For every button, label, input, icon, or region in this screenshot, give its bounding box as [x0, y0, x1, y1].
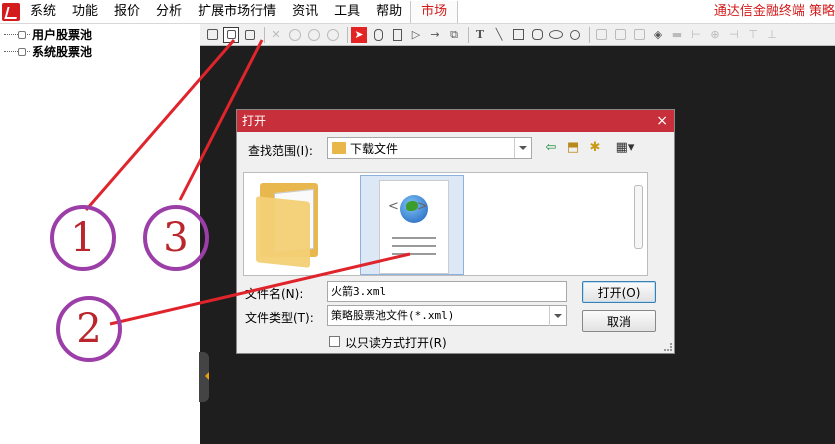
fill-color-icon[interactable]: ◈	[650, 27, 666, 43]
save-file-icon[interactable]	[242, 27, 258, 43]
folder-item-icon[interactable]	[256, 179, 326, 269]
view-menu-icon[interactable]: ▦▾	[610, 138, 640, 156]
cancel-button[interactable]: 取消	[582, 310, 656, 332]
rectangle-tool-icon[interactable]	[389, 27, 405, 43]
dialog-title: 打开	[242, 114, 267, 128]
open-button[interactable]: 打开(O)	[582, 281, 656, 303]
align-top-icon[interactable]: ⊤	[745, 27, 761, 43]
annotation-marker-2: 2	[56, 296, 122, 362]
ellipse-tool-icon[interactable]	[548, 27, 564, 43]
menu-extended-market[interactable]: 扩展市场行情	[190, 0, 284, 24]
xml-file-item[interactable]: <>	[360, 175, 464, 275]
look-in-value: 下载文件	[350, 142, 399, 156]
new-folder-icon[interactable]: ✱	[586, 138, 604, 156]
menu-items: 系统 功能 报价 分析 扩展市场行情 资讯 工具 帮助 市场	[22, 0, 459, 24]
align-center-icon[interactable]: ⊕	[707, 27, 723, 43]
pause-icon[interactable]	[306, 27, 322, 43]
menu-system[interactable]: 系统	[22, 0, 64, 24]
app-logo-icon[interactable]	[2, 3, 20, 21]
menu-quote[interactable]: 报价	[106, 0, 148, 24]
close-icon[interactable]: ×	[656, 110, 668, 132]
tree-item-label: 系统股票池	[32, 45, 93, 59]
panel-collapse-handle[interactable]	[199, 352, 209, 402]
tree-item-system-pool[interactable]: 系统股票池	[4, 43, 92, 60]
file-list[interactable]: <>	[243, 172, 648, 276]
folder-icon	[332, 142, 346, 154]
document-lines-icon	[392, 237, 436, 261]
tree-connector-icon	[4, 31, 30, 39]
paste-icon[interactable]	[612, 27, 628, 43]
align-right-icon[interactable]: ⊣	[726, 27, 742, 43]
trash-icon[interactable]	[631, 27, 647, 43]
read-only-checkbox[interactable]	[329, 336, 340, 347]
group-tool-icon[interactable]: ⧉	[446, 27, 462, 43]
file-type-dropdown[interactable]: 策略股票池文件(*.xml)	[327, 305, 567, 326]
look-in-label: 查找范围(I):	[248, 144, 313, 158]
file-type-value: 策略股票池文件(*.xml)	[331, 309, 455, 322]
toolbar-separator	[589, 26, 590, 43]
line-tool-icon[interactable]: ╲	[491, 27, 507, 43]
toolbar-separator	[264, 26, 265, 43]
menu-news[interactable]: 资讯	[284, 0, 326, 24]
new-document-icon[interactable]	[204, 27, 220, 43]
menu-function[interactable]: 功能	[64, 0, 106, 24]
rounded-rect-tool-icon[interactable]	[370, 27, 386, 43]
chevron-down-icon[interactable]	[514, 138, 531, 158]
square-tool-icon[interactable]	[510, 27, 526, 43]
open-file-dialog: 打开 × 查找范围(I): 下载文件 ⇦ ⬒ ✱ ▦▾ <> 文件名(N): 火…	[236, 109, 675, 354]
file-name-label: 文件名(N):	[245, 287, 304, 301]
xml-tag-glyph: <>	[388, 199, 446, 214]
toolbar-separator	[347, 26, 348, 43]
file-list-scrollbar[interactable]	[634, 185, 643, 249]
annotation-marker-1: 1	[50, 205, 116, 271]
resize-grip-icon[interactable]	[664, 343, 672, 351]
align-bottom-icon[interactable]: ⊥	[764, 27, 780, 43]
round-square-tool-icon[interactable]	[529, 27, 545, 43]
delete-icon[interactable]: ✕	[268, 27, 284, 43]
menu-help[interactable]: 帮助	[368, 0, 410, 24]
back-arrow-icon[interactable]: ⇦	[542, 138, 560, 156]
read-only-label: 以只读方式打开(R)	[345, 336, 447, 350]
dialog-title-bar: 打开 ×	[237, 110, 674, 132]
tree-item-label: 用户股票池	[32, 28, 93, 42]
arrow-tool-icon[interactable]: →	[427, 27, 443, 43]
up-folder-icon[interactable]: ⬒	[564, 138, 582, 156]
menu-market[interactable]: 市场	[410, 1, 459, 23]
xml-file-icon: <>	[379, 180, 449, 274]
text-tool-icon[interactable]: T	[472, 27, 488, 43]
chevron-down-icon[interactable]	[549, 306, 566, 326]
triangle-tool-icon[interactable]: ▷	[408, 27, 424, 43]
tree-item-user-pool[interactable]: 用户股票池	[4, 26, 92, 43]
play-icon[interactable]	[287, 27, 303, 43]
annotation-marker-3: 3	[143, 205, 209, 271]
pointer-tool-icon[interactable]: ➤	[351, 26, 367, 43]
copy-icon[interactable]	[593, 27, 609, 43]
align-left-icon[interactable]: ⊢	[688, 27, 704, 43]
file-type-label: 文件类型(T):	[245, 311, 314, 325]
stop-icon[interactable]	[325, 27, 341, 43]
circle-tool-icon[interactable]	[567, 27, 583, 43]
menu-bar: 系统 功能 报价 分析 扩展市场行情 资讯 工具 帮助 市场 通达信金融终端 策…	[0, 0, 835, 24]
menu-analysis[interactable]: 分析	[148, 0, 190, 24]
tree-connector-icon	[4, 48, 30, 56]
open-file-icon[interactable]	[223, 26, 239, 43]
toolbar-separator	[468, 26, 469, 43]
brand-title: 通达信金融终端 策略	[713, 4, 835, 19]
look-in-dropdown[interactable]: 下载文件	[327, 137, 532, 159]
menu-tools[interactable]: 工具	[326, 0, 368, 24]
line-style-icon[interactable]: ▬	[669, 27, 685, 43]
drawing-toolbar: ✕ ➤ ▷ → ⧉ T ╲ ◈ ▬ ⊢ ⊕ ⊣ ⊤ ⊥	[200, 24, 835, 46]
file-name-field[interactable]: 火箭3.xml	[327, 281, 567, 302]
